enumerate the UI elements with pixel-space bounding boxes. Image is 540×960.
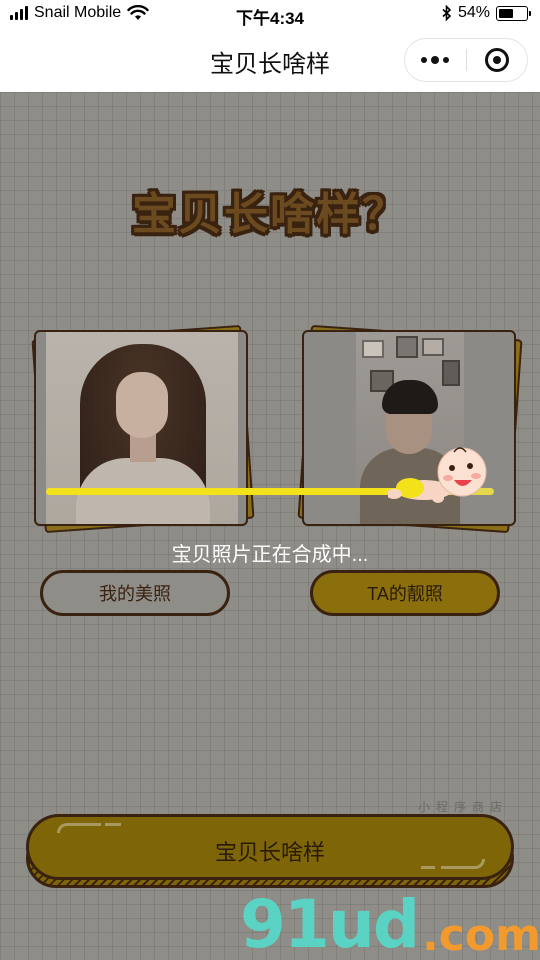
crawling-baby-icon [388,447,487,503]
close-miniprogram-icon[interactable] [466,38,527,82]
my-photo-button[interactable]: 我的美照 [40,570,230,616]
watermark-tld: com [438,910,540,960]
battery-fill [499,8,514,18]
battery-icon [496,5,531,21]
generate-button-label: 宝贝长啥样 [214,840,325,865]
generate-button[interactable]: 宝贝长啥样 [26,814,514,880]
more-dots-icon[interactable] [405,38,466,82]
watermark-dot: . [422,910,439,960]
battery-percent: 54% [457,4,490,21]
watermark-logo: 91ud . com [240,880,540,958]
my-photo-frame[interactable] [31,324,255,534]
main-content: 宝贝长啥样？ 宝贝照片正在合成中... 我的美照 TA的靓照 宝贝长啥样 91u… [0,92,540,960]
page-heading: 宝贝长啥样？ [132,189,408,240]
nav-bar: 宝贝长啥样 [0,30,540,92]
progress-fill [46,488,414,495]
watermark-brand: 91ud [240,886,420,960]
watermark-chinese: 小程序商店 [418,800,509,814]
status-bar: Snail Mobile 下午4:34 54% [0,0,540,30]
frame-front-layer [34,330,248,526]
menu-capsule [404,38,528,82]
merging-status-text: 宝贝照片正在合成中... [171,544,369,566]
bluetooth-icon [442,5,452,21]
ta-photo-button[interactable]: TA的靓照 [310,570,500,616]
user-photo [46,332,238,524]
status-right: 54% [442,4,531,22]
